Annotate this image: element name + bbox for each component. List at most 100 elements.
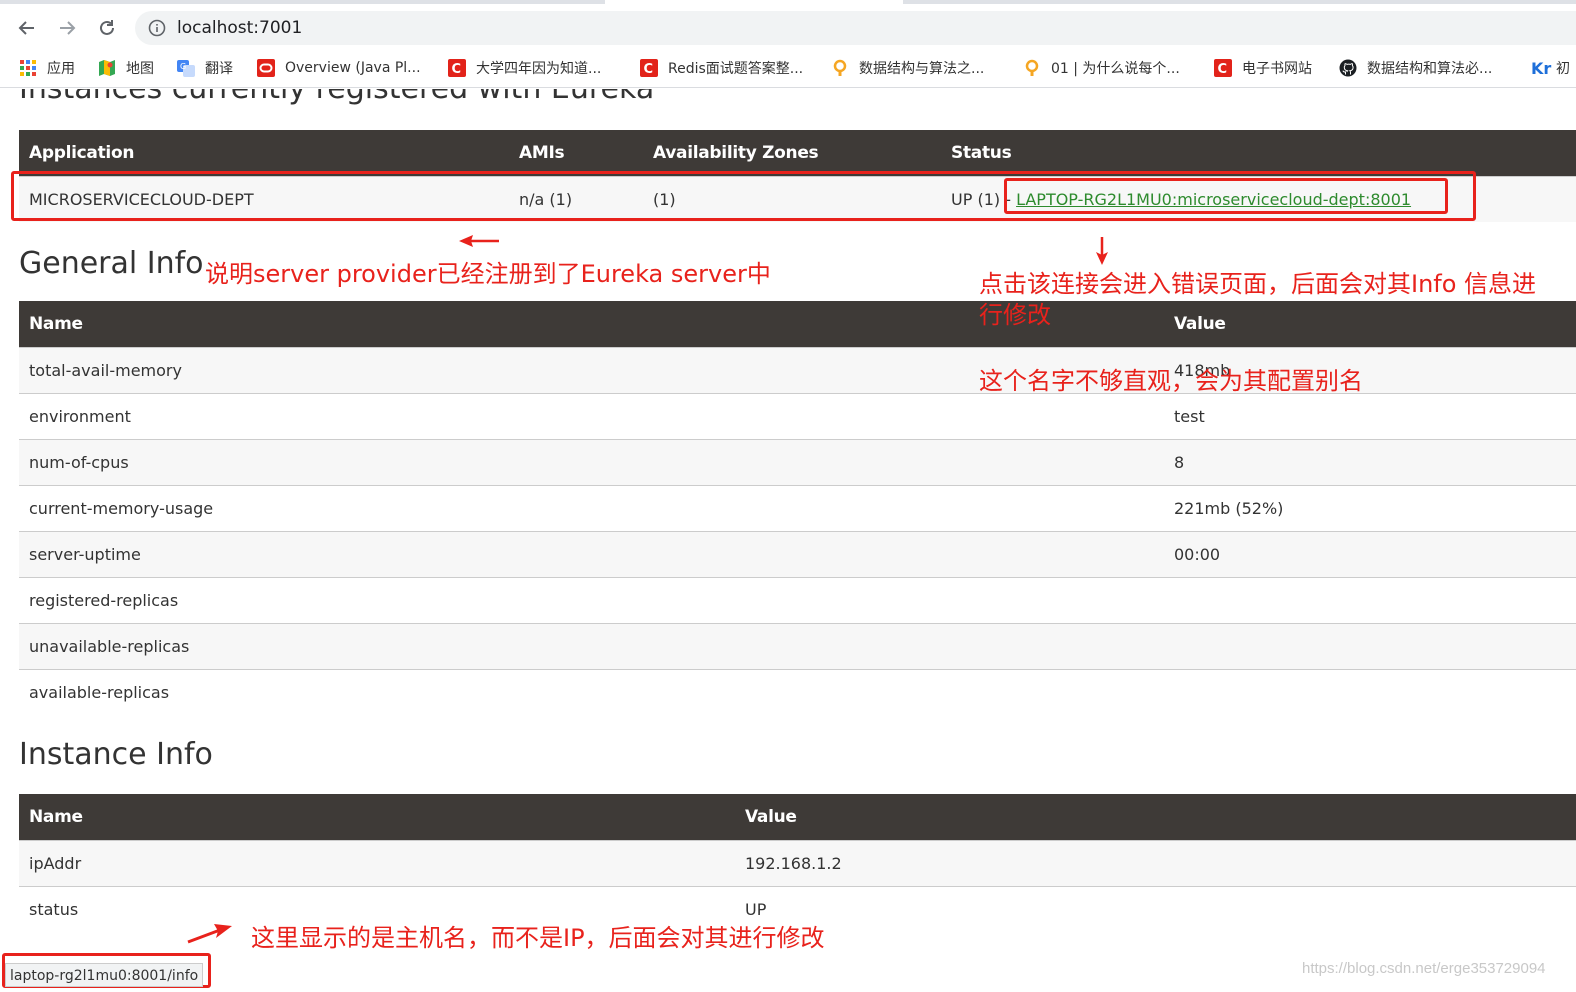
col-value: Value xyxy=(735,794,1576,840)
url-text[interactable]: localhost:7001 xyxy=(177,18,302,38)
svg-text:Kr: Kr xyxy=(1531,59,1551,77)
svg-text:C: C xyxy=(452,62,462,77)
bookmark-github[interactable]: 数据结构和算法必... xyxy=(1339,58,1492,78)
instance-info-table: Name Value ipAddr 192.168.1.2 status UP xyxy=(19,794,1576,932)
col-zones: Availability Zones xyxy=(643,130,941,176)
reload-button[interactable] xyxy=(93,14,121,42)
info-value xyxy=(1164,622,1576,669)
info-name: server-uptime xyxy=(19,530,1164,577)
bookmark-kr[interactable]: Kr 初 xyxy=(1530,58,1570,78)
bookmark-java-overview[interactable]: Overview (Java Pl... xyxy=(257,58,421,78)
hostname-note: 这里显示的是主机名，而不是IP，后面会对其进行修改 xyxy=(251,924,825,952)
table-row: available-replicas xyxy=(19,668,1576,715)
bookmark-csdn-1[interactable]: C 大学四年因为知道... xyxy=(448,58,601,78)
info-name: ipAddr xyxy=(19,839,735,886)
col-value: Value xyxy=(1164,301,1576,347)
status-bar-url: laptop-rg2l1mu0:8001/info xyxy=(5,963,204,987)
col-name: Name xyxy=(19,794,735,840)
bookmark-label: 翻译 xyxy=(205,61,233,77)
instance-link-highlight xyxy=(1004,178,1448,214)
info-value xyxy=(1164,668,1576,715)
link-note-line1: 点击该连接会进入错误页面，后面会对其Info 信息进 xyxy=(979,270,1537,298)
info-name: available-replicas xyxy=(19,668,1164,715)
svg-text:C: C xyxy=(1218,62,1228,77)
bookmark-maps[interactable]: 地图 xyxy=(98,58,154,78)
info-name: environment xyxy=(19,392,1164,439)
bookmarks-bar: 应用 地图 G 翻译 Overview (Java Pl... C 大学四年因为… xyxy=(0,48,1576,88)
bookmark-label: 01 | 为什么说每个... xyxy=(1051,61,1180,77)
bookmark-geek-1[interactable]: 数据结构与算法之... xyxy=(831,58,984,78)
bookmark-label: 数据结构和算法必... xyxy=(1367,61,1493,77)
maps-icon xyxy=(98,59,116,77)
kr-icon: Kr xyxy=(1530,59,1554,77)
info-value: 8 xyxy=(1164,438,1576,485)
geek-icon xyxy=(831,59,849,77)
arrow-left-icon xyxy=(459,235,499,247)
general-info-header-row: Name Value xyxy=(19,301,1576,347)
info-value: 192.168.1.2 xyxy=(735,839,1576,886)
col-status: Status xyxy=(941,130,1576,176)
instance-info-header-row: Name Value xyxy=(19,794,1576,840)
info-value: test xyxy=(1164,392,1576,439)
bookmark-label: 电子书网站 xyxy=(1242,61,1312,77)
csdn-icon: C xyxy=(1214,59,1232,77)
alias-note: 这个名字不够直观，会为其配置别名 xyxy=(979,367,1363,395)
svg-text:C: C xyxy=(644,62,654,77)
bookmark-label: 大学四年因为知道... xyxy=(476,61,602,77)
table-row: current-memory-usage 221mb (52%) xyxy=(19,484,1576,531)
oracle-icon xyxy=(257,59,275,77)
link-note-line2: 行修改 xyxy=(979,301,1051,329)
bookmark-apps[interactable]: 应用 xyxy=(19,58,75,78)
info-name: current-memory-usage xyxy=(19,484,1164,531)
info-value: 00:00 xyxy=(1164,530,1576,577)
info-value: 221mb (52%) xyxy=(1164,484,1576,531)
bookmark-label: 应用 xyxy=(47,61,75,77)
bookmark-ebook-site[interactable]: C 电子书网站 xyxy=(1214,58,1312,78)
reload-icon xyxy=(100,20,114,35)
instance-info-title: Instance Info xyxy=(19,737,213,772)
github-icon xyxy=(1339,59,1357,77)
arrow-right-icon xyxy=(187,924,232,944)
table-row: ipAddr 192.168.1.2 xyxy=(19,839,1576,886)
info-value xyxy=(1164,576,1576,623)
forward-button[interactable] xyxy=(53,14,81,42)
eureka-page: Instances currently registered with Eure… xyxy=(0,89,1576,992)
csdn-icon: C xyxy=(448,59,466,77)
info-value: UP xyxy=(735,885,1576,932)
table-row: environment test xyxy=(19,392,1576,439)
bookmark-label: 初 xyxy=(1556,61,1570,77)
table-row: unavailable-replicas xyxy=(19,622,1576,669)
col-amis: AMIs xyxy=(509,130,643,176)
bookmark-csdn-2[interactable]: C Redis面试题答案整... xyxy=(640,58,803,78)
bookmark-label: Redis面试题答案整... xyxy=(668,61,804,77)
svg-text:G: G xyxy=(180,62,186,71)
site-info-icon[interactable] xyxy=(148,19,166,41)
col-application: Application xyxy=(19,130,509,176)
csdn-icon: C xyxy=(640,59,658,77)
arrow-down-icon xyxy=(1096,237,1108,265)
table-row: registered-replicas xyxy=(19,576,1576,623)
table-row: server-uptime 00:00 xyxy=(19,530,1576,577)
forward-arrow-icon xyxy=(60,21,76,35)
geek-icon xyxy=(1023,59,1041,77)
info-name: unavailable-replicas xyxy=(19,622,1164,669)
browser-toolbar: localhost:7001 xyxy=(0,4,1576,48)
general-info-title: General Info xyxy=(19,246,204,281)
bookmark-label: Overview (Java Pl... xyxy=(285,60,421,76)
back-button[interactable] xyxy=(13,14,41,42)
back-arrow-icon xyxy=(18,21,34,35)
instances-heading: Instances currently registered with Eure… xyxy=(19,89,654,106)
instances-header-row: Application AMIs Availability Zones Stat… xyxy=(19,130,1576,176)
table-row: num-of-cpus 8 xyxy=(19,438,1576,485)
bookmark-label: 地图 xyxy=(126,61,154,77)
address-bar[interactable]: localhost:7001 xyxy=(135,11,1576,45)
info-name: num-of-cpus xyxy=(19,438,1164,485)
watermark: https://blog.csdn.net/erge353729094 xyxy=(1302,960,1546,977)
info-name: registered-replicas xyxy=(19,576,1164,623)
bookmark-translate[interactable]: G 翻译 xyxy=(177,58,233,78)
bookmark-label: 数据结构与算法之... xyxy=(859,61,985,77)
apps-grid-icon xyxy=(19,59,37,77)
bookmark-geek-2[interactable]: 01 | 为什么说每个... xyxy=(1023,58,1180,78)
registered-note: 说明server provider已经注册到了Eureka server中 xyxy=(205,260,771,288)
translate-icon: G xyxy=(177,59,195,77)
